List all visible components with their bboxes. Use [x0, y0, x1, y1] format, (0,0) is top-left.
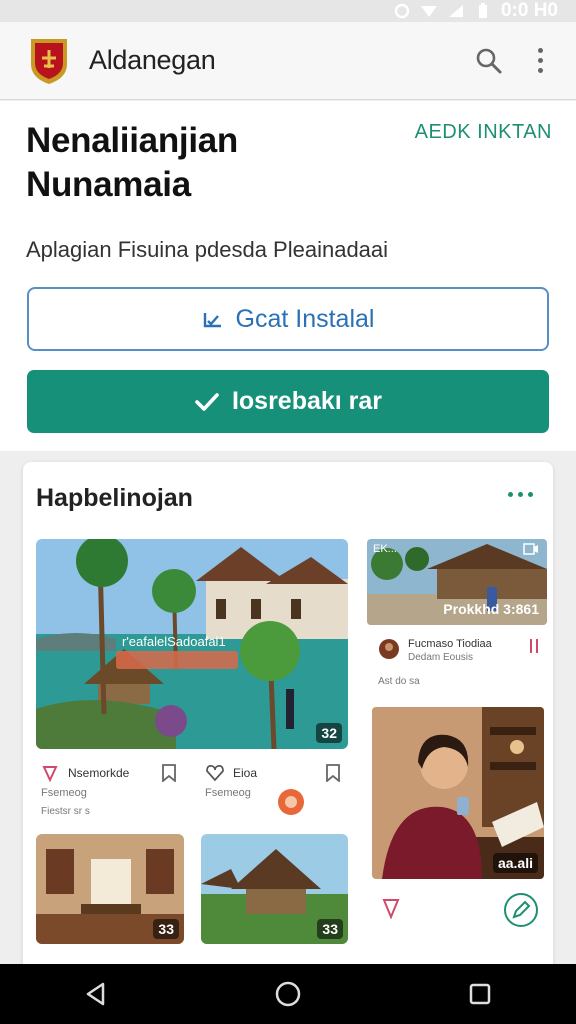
action-subtitle: Fsemeog	[205, 787, 251, 799]
gallery-image-hut[interactable]: 33	[201, 834, 348, 944]
post-meta: Ast do sa	[378, 676, 420, 687]
home-icon[interactable]	[268, 974, 308, 1014]
bookmark-icon[interactable]	[161, 764, 177, 782]
card-more-icon[interactable]	[508, 492, 533, 497]
back-icon[interactable]	[76, 974, 116, 1014]
primary-button[interactable]: Iosrebakı rar	[27, 370, 549, 433]
action-title: Eioa	[233, 766, 258, 780]
signal-icon	[447, 4, 465, 18]
gallery-card: Hapbelinojan r'eafalelSadoafal1 32 Nsemo…	[23, 462, 553, 982]
item-title: Nsemorkde	[68, 766, 130, 780]
share-icon[interactable]	[41, 764, 59, 782]
recents-icon[interactable]	[460, 974, 500, 1014]
avatar[interactable]	[378, 638, 400, 660]
street-overlay: Prokkhd 3:861	[443, 601, 539, 617]
alert-icon[interactable]	[528, 637, 540, 659]
page-title: Nenaliianjian Nunamaia	[26, 121, 238, 204]
count-badge: 33	[317, 919, 343, 939]
lake-overlay-text: r'eafalelSadoafal1	[122, 634, 226, 649]
heart-icon[interactable]	[205, 764, 225, 782]
share-icon[interactable]	[381, 897, 401, 919]
app-title: Aldanegan	[89, 45, 216, 75]
header-link[interactable]: AEDK INKTAN	[415, 121, 552, 144]
gallery-image-lake[interactable]: r'eafalelSadoafal1 32	[36, 539, 348, 749]
count-badge: 32	[316, 723, 342, 743]
gallery-image-street[interactable]: EK... Prokkhd 3:861	[367, 539, 547, 625]
gallery-image-woman[interactable]: aa.ali	[372, 707, 544, 879]
crest-logo	[31, 38, 67, 84]
more-vert-icon[interactable]	[534, 46, 546, 76]
install-outline-button[interactable]: Gcat Instalal	[27, 287, 549, 351]
edit-icon[interactable]	[503, 892, 539, 928]
gallery-image-room[interactable]: 33	[36, 834, 184, 944]
bookmark-icon[interactable]	[325, 764, 341, 782]
post-subtitle: Dedam Eousis	[408, 652, 474, 663]
install-outline-label: Gcat Instalal	[235, 304, 375, 333]
play-badge-icon[interactable]	[277, 788, 305, 816]
page-subtitle: Aplagian Fisuina pdesda Pleainadaai	[26, 237, 389, 262]
primary-button-label: Iosrebakı rar	[231, 387, 383, 415]
woman-badge: aa.ali	[492, 853, 538, 873]
check-icon	[195, 392, 219, 411]
wifi-icon	[420, 4, 438, 18]
video-icon	[523, 543, 538, 555]
status-time: 0:0 H0	[500, 0, 558, 21]
status-bar: 0:0 H0	[0, 0, 576, 22]
search-icon[interactable]	[474, 46, 504, 76]
system-nav-bar	[0, 964, 576, 1024]
street-top-tag: EK...	[373, 543, 397, 555]
app-bar: Aldanegan	[0, 22, 576, 100]
post-title: Fucmaso Tiodiaa	[408, 638, 492, 650]
item-meta: Fiestsr sr s	[41, 806, 90, 817]
item-subtitle: Fsemeog	[41, 787, 87, 799]
battery-icon	[474, 3, 492, 18]
hero-section: Nenaliianjian Nunamaia AEDK INKTAN Aplag…	[0, 101, 576, 451]
chart-check-icon	[203, 313, 221, 328]
sync-icon	[393, 3, 411, 19]
card-title: Hapbelinojan	[36, 484, 193, 512]
count-badge: 33	[153, 919, 179, 939]
